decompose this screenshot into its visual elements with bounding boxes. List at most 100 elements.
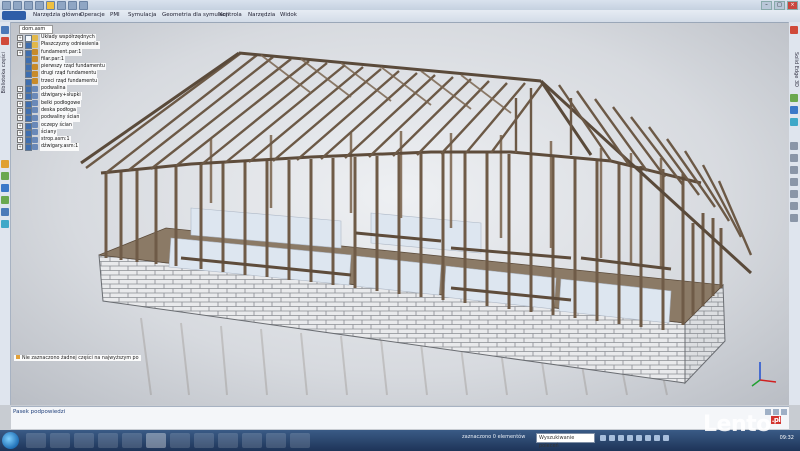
minimize-button[interactable]: – [761,1,772,10]
assembly-icon [32,100,38,107]
expand-toggle-icon[interactable]: + [17,107,23,114]
close-button[interactable]: × [787,1,798,10]
taskbar-media[interactable] [50,433,70,448]
taskbar-app-8[interactable] [194,433,214,448]
zoom-icon[interactable] [790,142,798,150]
expand-toggle-icon[interactable]: + [17,144,23,151]
layers-icon[interactable] [1,160,9,168]
tab-simulation[interactable]: Symulacja [128,12,156,18]
expand-toggle-icon[interactable]: + [17,122,23,129]
tree-item[interactable]: pierwszy rząd fundamentu [13,63,125,72]
app-icon[interactable] [2,1,11,10]
axis-triad[interactable] [748,358,778,388]
clock[interactable]: 09:32 [780,435,794,441]
tab-pmi[interactable]: PMI [110,12,120,18]
volume-icon[interactable] [654,435,660,441]
taskbar-solid-edge[interactable] [146,433,166,448]
tree-item[interactable]: + strop.asm:1 [13,136,125,145]
parts-library-tab[interactable]: Biblioteka części [1,52,9,94]
select-tools-icon[interactable] [1,196,9,204]
maximize-button[interactable]: □ [774,1,785,10]
tray-icon-2[interactable] [609,435,615,441]
tree-item[interactable]: + podwaliny ścian [13,114,125,123]
rotate-icon[interactable] [790,166,798,174]
command-search-input[interactable]: Wyszukiwanie poleceń [536,433,595,449]
select-tool-icon[interactable] [46,1,55,10]
fit-icon[interactable] [790,178,798,186]
tray-icon-6[interactable] [645,435,651,441]
start-button[interactable] [2,432,19,449]
taskbar-explorer[interactable] [26,433,46,448]
house-frame-model[interactable] [11,23,789,405]
tree-item[interactable]: + oczepy ścian [13,121,125,130]
taskbar-app-7[interactable] [170,433,190,448]
expand-toggle-icon[interactable]: + [17,49,23,56]
tree-item[interactable]: + dźwigary.asm:1 [13,143,125,152]
section-icon[interactable] [790,214,798,222]
alerts-icon[interactable] [1,208,9,216]
new-icon[interactable] [79,1,88,10]
save-icon[interactable] [13,1,22,10]
view-cyan-icon[interactable] [790,118,798,126]
taskbar-app-12[interactable] [290,433,310,448]
expand-toggle-icon[interactable]: + [17,42,23,49]
expand-toggle-icon[interactable]: + [17,115,23,122]
tree-item[interactable]: + Płaszczyzny odniesienia [13,41,125,50]
solid-edge-3d-tab[interactable]: Solid Edge 3D [791,52,799,87]
tab-home[interactable]: Narzędzia główne [33,12,82,18]
open-icon[interactable] [57,1,66,10]
sensors-icon[interactable] [1,184,9,192]
expand-toggle-icon[interactable]: + [17,93,23,100]
tree-item[interactable]: + podwalina [13,85,125,94]
network-icon[interactable] [663,435,669,441]
application-button[interactable] [2,11,26,20]
tree-item[interactable]: + fundament.par:1 [13,48,125,57]
tray-icon-5[interactable] [636,435,642,441]
tray-icon-4[interactable] [627,435,633,441]
tree-item[interactable]: trzeci rząd fundamentu [13,77,125,86]
expand-toggle-icon[interactable]: + [17,129,23,136]
tray-icon-3[interactable] [618,435,624,441]
help-icon[interactable] [790,26,798,34]
expand-toggle-icon[interactable]: + [17,137,23,144]
library-tab-icon[interactable] [1,37,9,45]
tab-operations[interactable]: Operacje [80,12,105,18]
pan-icon[interactable] [790,154,798,162]
tray-icon-1[interactable] [600,435,606,441]
taskbar-app-11[interactable] [266,433,286,448]
tree-item[interactable]: + Układy współrzędnych [13,34,125,42]
taskbar-opera[interactable] [74,433,94,448]
tree-item[interactable]: + dźwigary+słupki [13,92,125,101]
expand-toggle-icon[interactable]: + [17,100,23,107]
tree-item[interactable]: + deska podłoga [13,106,125,115]
redo-icon[interactable] [35,1,44,10]
taskbar-app-4[interactable] [98,433,118,448]
tree-item[interactable]: drugi rząd fundamentu [13,70,125,79]
folder-icon [32,34,38,41]
taskbar-app-10[interactable] [242,433,262,448]
view-green-icon[interactable] [790,94,798,102]
tree-item[interactable]: + belki podłogowe [13,99,125,108]
taskbar-app-5[interactable] [122,433,142,448]
undo-icon[interactable] [24,1,33,10]
relationships-icon[interactable] [1,172,9,180]
close-small-icon[interactable] [781,409,787,415]
tab-inspect[interactable]: Kontrola [219,12,242,18]
warning-icon [16,355,20,359]
tree-root[interactable]: dom.asm [19,25,53,34]
print-icon[interactable] [68,1,77,10]
taskbar-app-9[interactable] [218,433,238,448]
visibility-checkbox[interactable] [25,144,32,152]
tree-item[interactable]: + ściany [13,128,125,137]
tab-view[interactable]: Widok [280,12,297,18]
tab-tools[interactable]: Narzędzia [248,12,275,18]
tree-item[interactable]: filar.par:1 [13,55,125,64]
view-blue-icon[interactable] [790,106,798,114]
zones-icon[interactable] [1,220,9,228]
graphics-window[interactable]: dom.asm + Układy współrzędnych + Płaszczyzn… [11,23,789,405]
expand-toggle-icon[interactable]: + [17,86,23,93]
view-orient-icon[interactable] [790,190,798,198]
pathfinder-tab-icon[interactable] [1,26,9,34]
shading-icon[interactable] [790,202,798,210]
expand-toggle-icon[interactable]: + [17,35,23,41]
